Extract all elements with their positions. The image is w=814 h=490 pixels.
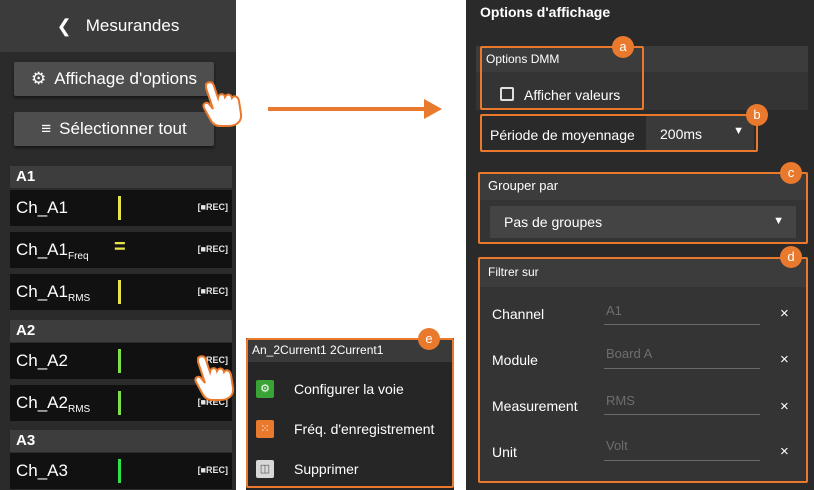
callout-box-d bbox=[478, 257, 808, 483]
pointing-hand-icon bbox=[194, 355, 235, 401]
channel-row[interactable]: Ch_A3 [■REC] bbox=[10, 453, 232, 489]
callout-badge-a: a bbox=[612, 36, 634, 58]
callout-badge-e: e bbox=[418, 328, 440, 350]
display-options-title: Options d'affichage bbox=[480, 4, 611, 20]
dashed-line-icon: = bbox=[114, 236, 126, 258]
arrow-head-icon bbox=[424, 99, 442, 119]
channel-name: Ch_A1RMS bbox=[16, 282, 91, 304]
channel-row[interactable]: Ch_A1RMS [■REC] bbox=[10, 274, 232, 310]
display-options-button[interactable]: ⚙ Affichage d'options bbox=[14, 62, 214, 96]
channel-color-bar bbox=[118, 280, 121, 304]
measurands-header[interactable]: ❮ Mesurandes bbox=[0, 0, 236, 52]
group-header-a3[interactable]: A3 bbox=[10, 430, 232, 452]
channel-name: Ch_A3 bbox=[16, 461, 68, 480]
gear-icon: ⚙ bbox=[30, 69, 47, 88]
channel-color-bar bbox=[118, 459, 121, 483]
callout-box-b bbox=[480, 114, 758, 152]
rec-indicator[interactable]: [■REC] bbox=[198, 202, 228, 212]
callout-badge-d: d bbox=[780, 246, 802, 268]
callout-box-e bbox=[246, 338, 454, 488]
rec-indicator[interactable]: [■REC] bbox=[198, 244, 228, 254]
channel-name: Ch_A1 bbox=[16, 198, 68, 217]
group-header-a2[interactable]: A2 bbox=[10, 320, 232, 342]
transition-arrow bbox=[268, 107, 428, 111]
group-header-a1[interactable]: A1 bbox=[10, 166, 232, 188]
callout-badge-b: b bbox=[746, 104, 768, 126]
display-options-label: Affichage d'options bbox=[54, 69, 198, 88]
measurands-title: Mesurandes bbox=[85, 16, 180, 35]
select-all-label: Sélectionner tout bbox=[59, 119, 187, 138]
select-all-button[interactable]: ≡ Sélectionner tout bbox=[14, 112, 214, 146]
callout-box-c bbox=[478, 172, 808, 244]
channel-color-bar bbox=[118, 349, 121, 373]
channel-name: Ch_A2RMS bbox=[16, 393, 91, 415]
rec-indicator[interactable]: [■REC] bbox=[198, 465, 228, 475]
checklist-icon: ≡ bbox=[41, 119, 52, 138]
chevron-left-icon[interactable]: ❮ bbox=[57, 16, 72, 37]
callout-badge-c: c bbox=[780, 162, 802, 184]
channel-row[interactable]: Ch_A1 [■REC] bbox=[10, 190, 232, 226]
rec-indicator[interactable]: [■REC] bbox=[198, 286, 228, 296]
pointing-hand-icon bbox=[202, 81, 243, 127]
channel-color-bar bbox=[118, 391, 121, 415]
channel-name: Ch_A1Freq bbox=[16, 240, 89, 262]
channel-row[interactable]: Ch_A1Freq = [■REC] bbox=[10, 232, 232, 268]
channel-name: Ch_A2 bbox=[16, 351, 68, 370]
channel-color-bar bbox=[118, 196, 121, 220]
